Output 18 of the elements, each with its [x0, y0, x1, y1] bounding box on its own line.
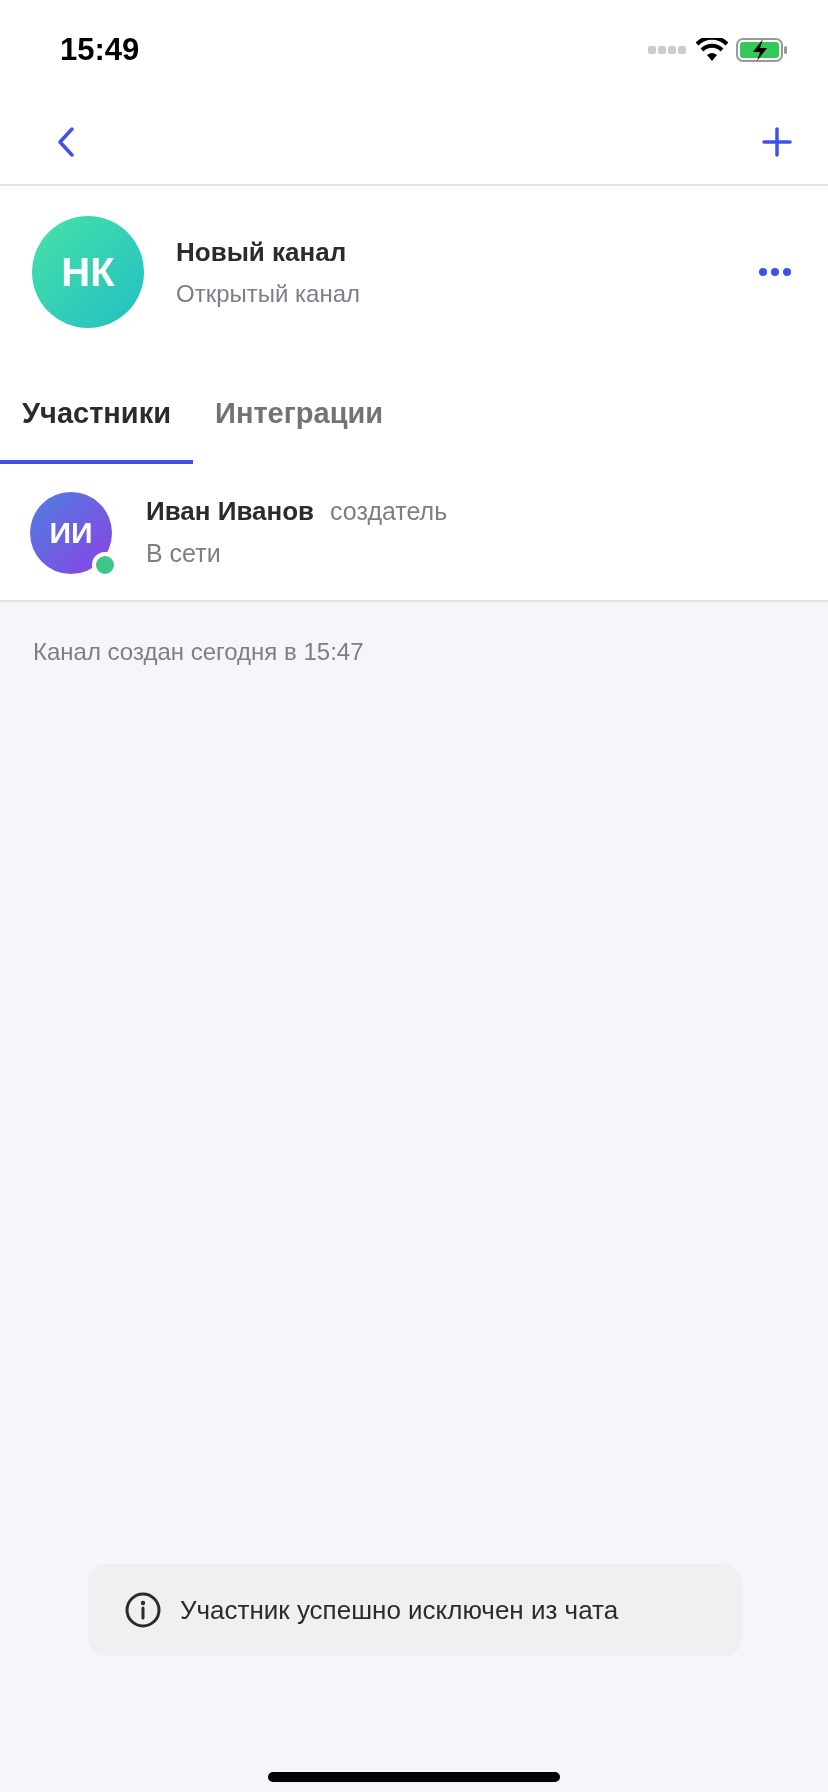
- member-avatar: ИИ: [30, 491, 112, 574]
- channel-name: Новый канал: [176, 235, 348, 269]
- wifi-icon: [696, 38, 728, 62]
- tab[interactable]: Интеграции: [193, 372, 406, 464]
- member-row[interactable]: ИИ Иван Иванов создатель В сети: [0, 463, 828, 602]
- member-status: В сети: [146, 538, 222, 570]
- toast-message: Участник успешно исключен из чата: [180, 1593, 619, 1627]
- channel-avatar: НК: [32, 216, 144, 328]
- info-icon: [124, 1591, 162, 1629]
- status-time: 15:49: [60, 30, 140, 69]
- more-icon: [758, 267, 792, 277]
- plus-icon: [762, 127, 792, 157]
- back-icon: [56, 126, 76, 158]
- channel-created-note: Канал создан сегодня в 15:47: [32, 636, 365, 667]
- member-role: создатель: [330, 496, 448, 528]
- member-name: Иван Иванов: [146, 495, 315, 529]
- cellular-signal-icon: [648, 44, 688, 56]
- channel-type: Открытый канал: [176, 278, 362, 309]
